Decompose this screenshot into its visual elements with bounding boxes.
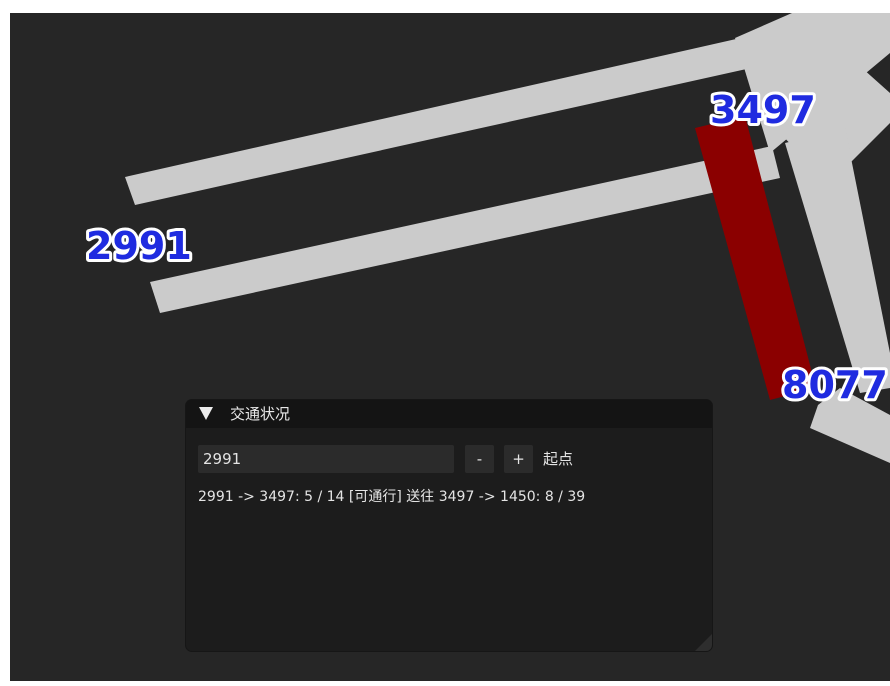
traffic-status-panel[interactable]: 交通状况 - + 起点 2991 -> 3497: 5 / 14 [可通行] 送… bbox=[186, 400, 712, 651]
map-viewport[interactable]: 2991 3497 8077 交通状况 - + 起点 2991 -> 3497:… bbox=[10, 13, 890, 681]
start-point-label: 起点 bbox=[543, 450, 574, 468]
node-label-2991[interactable]: 2991 bbox=[83, 221, 195, 271]
triangle-down-icon[interactable] bbox=[199, 407, 213, 420]
node-label-3497[interactable]: 3497 bbox=[707, 85, 819, 135]
node-label-8077[interactable]: 8077 bbox=[779, 360, 890, 410]
increment-button[interactable]: + bbox=[504, 445, 533, 473]
panel-titlebar[interactable]: 交通状况 bbox=[186, 400, 712, 428]
decrement-button[interactable]: - bbox=[465, 445, 494, 473]
panel-title: 交通状况 bbox=[230, 405, 291, 423]
route-status-text: 2991 -> 3497: 5 / 14 [可通行] 送往 3497 -> 14… bbox=[198, 489, 586, 505]
resize-grip-icon[interactable] bbox=[695, 634, 712, 651]
node-id-input[interactable] bbox=[198, 445, 454, 473]
